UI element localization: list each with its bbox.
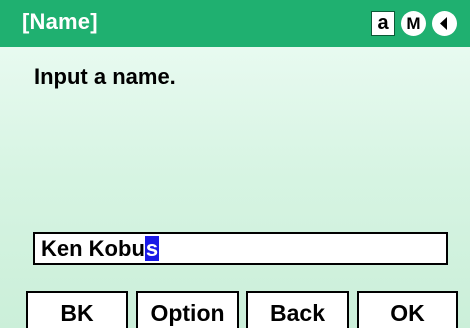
name-input-value: Ken Kobus	[41, 235, 160, 263]
input-mode-indicator: a	[371, 11, 395, 36]
triangle-left-icon	[432, 11, 457, 36]
name-input-field[interactable]: Ken Kobus	[33, 232, 448, 265]
memory-indicator: M	[401, 11, 426, 36]
softkey-bk-button[interactable]: BK	[26, 291, 128, 328]
text-cursor: s	[144, 236, 160, 261]
softkey-back-button[interactable]: Back	[246, 291, 349, 328]
softkey-ok-button[interactable]: OK	[357, 291, 458, 328]
title-bar: [Name] a M	[0, 0, 470, 47]
screen-title: [Name]	[22, 9, 98, 34]
input-prompt: Input a name.	[34, 64, 176, 89]
softkey-option-button[interactable]: Option	[136, 291, 239, 328]
name-text: Ken Kobu	[41, 236, 145, 261]
phone-display: [Name] a M Input a name. Ken Kobus BK Op…	[0, 0, 470, 328]
